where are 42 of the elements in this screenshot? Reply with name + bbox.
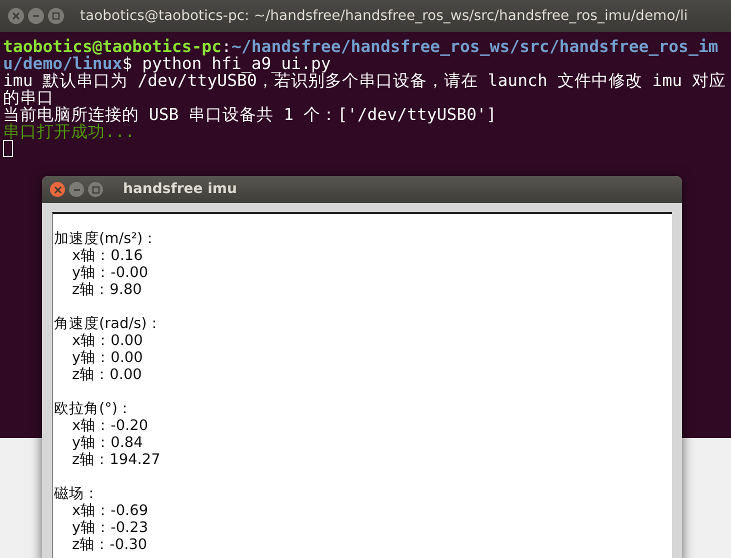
axis-label: y轴： (72, 265, 111, 281)
axis-label: z轴： (72, 367, 110, 383)
axis-value: -0.30 (110, 537, 148, 553)
axis-value: -0.69 (110, 503, 148, 519)
section-heading: 欧拉角(°)： (54, 401, 133, 417)
success-message: 串口打开成功... (3, 122, 135, 141)
output-line: 当前电脑所连接的 USB 串口设备共 1 个：['/dev/ttyUSB0'] (3, 105, 496, 124)
axis-value: 0.00 (110, 333, 143, 349)
axis-label: y轴： (72, 435, 111, 451)
maximize-button[interactable] (88, 182, 103, 197)
close-button[interactable] (50, 182, 65, 197)
maximize-icon (92, 186, 100, 194)
window-title: handsfree imu (123, 180, 237, 199)
axis-label: x轴： (72, 418, 111, 434)
axis-label: y轴： (72, 350, 111, 366)
maximize-button[interactable] (48, 8, 64, 24)
maximize-icon (52, 12, 60, 20)
axis-label: y轴： (72, 520, 111, 536)
axis-label: x轴： (72, 248, 111, 264)
axis-label: z轴： (72, 282, 110, 298)
axis-value: 0.00 (110, 367, 142, 383)
axis-value: 0.84 (110, 435, 143, 451)
axis-value: -0.20 (110, 418, 148, 434)
axis-label: z轴： (72, 537, 110, 553)
section-heading: 角速度(rad/s)： (54, 316, 162, 332)
axis-label: x轴： (72, 333, 111, 349)
axis-value: 194.27 (110, 452, 160, 468)
section-heading: 磁场： (54, 486, 99, 502)
axis-value: 0.16 (110, 248, 143, 264)
close-icon (54, 186, 62, 194)
axis-value: -0.23 (110, 520, 148, 536)
window-title: taobotics@taobotics-pc: ~/handsfree/handsfree_ros_ws/src/handsfree_ros_imu/demo/li (80, 6, 688, 26)
minimize-button[interactable] (28, 8, 44, 24)
axis-value: -0.00 (110, 265, 148, 281)
axis-label: z轴： (72, 452, 110, 468)
section-heading: 加速度(m/s²)： (54, 231, 158, 247)
close-button[interactable] (8, 8, 24, 24)
axis-label: x轴： (72, 503, 111, 519)
axis-value: 0.00 (110, 350, 143, 366)
close-icon (12, 12, 20, 20)
axis-value: 9.80 (110, 282, 142, 298)
minimize-button[interactable] (69, 182, 84, 197)
